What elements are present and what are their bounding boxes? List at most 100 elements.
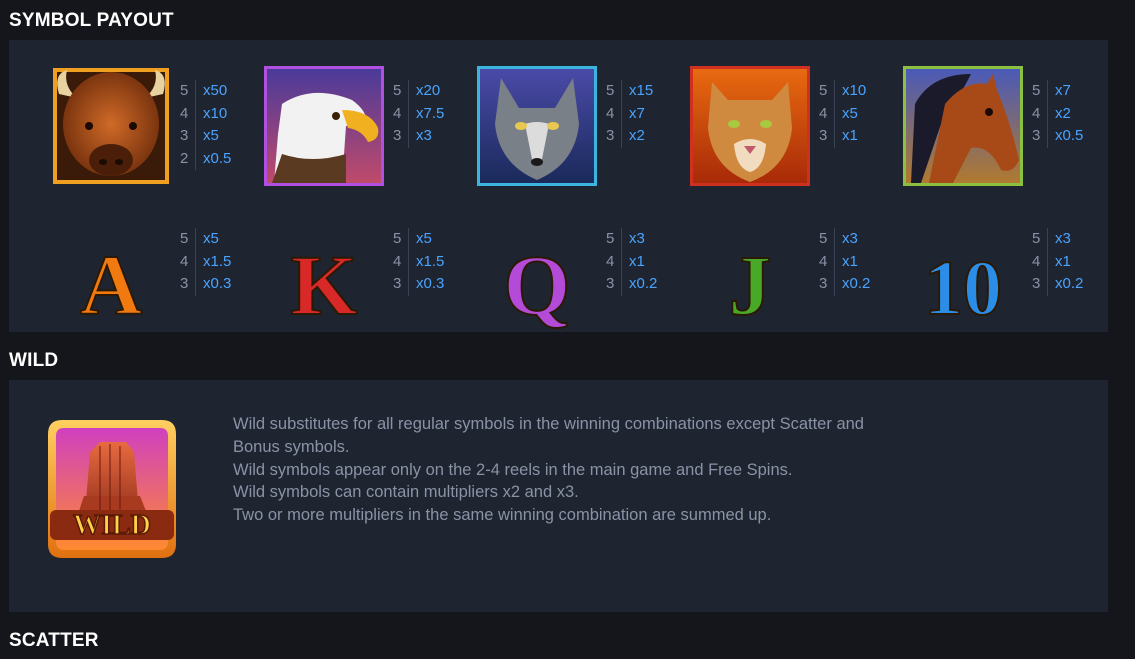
payout-row: 4 x1 (606, 250, 657, 273)
payout-table: 5 x3 4 x1 3 x0.2 (1032, 228, 1083, 296)
symbol-count: 5 (1032, 230, 1041, 247)
payout-multiplier: x0.5 (1055, 127, 1084, 144)
payout-divider (408, 250, 409, 273)
payout-row: 5 x3 (1032, 228, 1083, 251)
payout-multiplier: x0.3 (203, 275, 232, 292)
wild-section-title: WILD (9, 350, 59, 371)
payout-row: 5 x20 (393, 80, 444, 103)
payout-multiplier: x7.5 (416, 104, 445, 122)
symbol-count: 3 (819, 127, 828, 144)
payout-multiplier: x1.5 (416, 252, 445, 270)
payout-row: 5 x7 (1032, 80, 1083, 103)
symbol-count: 4 (819, 252, 828, 270)
payout-row: 5 x5 (180, 228, 231, 251)
payout-multiplier: x1 (1055, 252, 1071, 270)
payout-multiplier: x7 (1055, 82, 1071, 99)
scatter-section-title: SCATTER (9, 630, 99, 651)
symbol-count: 4 (393, 252, 402, 270)
payout-divider (195, 80, 196, 103)
payout-divider (834, 228, 835, 251)
payout-table: 5 x20 4 x7.5 3 x3 (393, 80, 444, 148)
low-symbol-cell: J 5 x3 4 x1 3 x0.2 (688, 228, 898, 358)
wild-panel: WILD Wild substitutes for all regular sy… (9, 380, 1108, 612)
payout-multiplier: x10 (203, 104, 228, 122)
payout-multiplier: x1 (842, 127, 858, 144)
payout-divider (834, 273, 835, 296)
payout-row: 5 x50 (180, 80, 231, 103)
symbol-count: 5 (819, 82, 828, 99)
payout-row: 4 x1 (819, 250, 870, 273)
symbol-count: 5 (606, 82, 615, 99)
payout-multiplier: x15 (629, 82, 654, 99)
payout-table: 5 x50 4 x10 3 x5 2 x0.5 (180, 80, 231, 170)
payout-row: 2 x0.5 (180, 147, 232, 170)
payout-table: 5 x5 4 x1.5 3 x0.3 (180, 228, 231, 296)
payout-section-title: SYMBOL PAYOUT (9, 10, 174, 31)
payout-divider (834, 125, 835, 148)
payout-multiplier: x1.5 (203, 252, 232, 270)
payout-divider (621, 273, 622, 296)
payout-row: 3 x2 (606, 125, 653, 148)
payout-table: 5 x10 4 x5 3 x1 (819, 80, 866, 148)
payout-multiplier: x0.5 (203, 149, 232, 167)
payout-row: 3 x0.3 (393, 273, 444, 296)
payout-divider (621, 125, 622, 148)
symbol-count: 5 (393, 230, 402, 247)
payout-multiplier: x3 (1055, 230, 1071, 247)
svg-text:J: J (729, 237, 772, 333)
payout-multiplier: x0.2 (842, 275, 871, 292)
wolf-icon (475, 64, 599, 188)
wild-description-line: Wild symbols appear only on the 2-4 reel… (233, 460, 793, 479)
high-symbol-cell: 5 x7 4 x2 3 x0.5 (901, 64, 1111, 194)
symbol-count: 5 (1032, 82, 1041, 99)
symbol-count: 4 (180, 104, 189, 122)
symbol-count: 3 (606, 127, 615, 144)
payout-divider (195, 273, 196, 296)
payout-table: 5 x7 4 x2 3 x0.5 (1032, 80, 1083, 148)
payout-divider (408, 80, 409, 103)
low-symbol-cell: A 5 x5 4 x1.5 3 x0.3 (49, 228, 259, 358)
bison-icon (49, 64, 173, 188)
symbol-count: 5 (180, 230, 189, 247)
payout-row: 3 x5 (180, 125, 231, 148)
payout-divider (408, 102, 409, 125)
low-symbol-cell: K 5 x5 4 x1.5 3 x0.3 (262, 228, 472, 358)
svg-text:K: K (291, 237, 358, 333)
svg-text:10: 10 (924, 244, 1002, 331)
payout-row: 5 x10 (819, 80, 866, 103)
payout-divider (621, 80, 622, 103)
payout-row: 4 x10 (180, 102, 231, 125)
svg-text:Q: Q (504, 237, 571, 333)
symbol-count: 3 (1032, 127, 1041, 144)
payout-multiplier: x20 (416, 82, 441, 99)
payout-divider (621, 228, 622, 251)
payout-row: 4 x1.5 (180, 250, 232, 273)
low-symbol-cell: 10 5 x3 4 x1 3 x0.2 (901, 228, 1111, 358)
payout-multiplier: x2 (1055, 104, 1071, 122)
payout-table: 5 x15 4 x7 3 x2 (606, 80, 653, 148)
payout-row: 5 x3 (606, 228, 657, 251)
symbol-count: 3 (819, 275, 828, 292)
payout-multiplier: x3 (416, 127, 432, 144)
payout-multiplier: x10 (842, 82, 867, 99)
payout-divider (408, 125, 409, 148)
symbol-count: 4 (606, 252, 615, 270)
payout-divider (1047, 228, 1048, 251)
payout-divider (195, 228, 196, 251)
payout-divider (195, 102, 196, 125)
wild-description: Wild substitutes for all regular symbols… (233, 413, 993, 527)
cougar-icon (688, 64, 812, 188)
wild-description-line: Wild symbols can contain multipliers x2 … (233, 483, 579, 502)
high-symbol-cell: 5 x50 4 x10 3 x5 2 x0.5 (49, 64, 259, 194)
payout-multiplier: x0.3 (416, 275, 445, 292)
payout-row: 3 x3 (393, 125, 444, 148)
payout-multiplier: x0.2 (1055, 275, 1084, 292)
payout-table: 5 x3 4 x1 3 x0.2 (606, 228, 657, 296)
payout-multiplier: x1 (842, 252, 858, 270)
payout-row: 4 x5 (819, 102, 866, 125)
payout-multiplier: x5 (203, 127, 219, 144)
symbol-count: 2 (180, 149, 189, 167)
symbol-count: 3 (1032, 275, 1041, 292)
payout-multiplier: x5 (416, 230, 432, 247)
payout-divider (1047, 273, 1048, 296)
